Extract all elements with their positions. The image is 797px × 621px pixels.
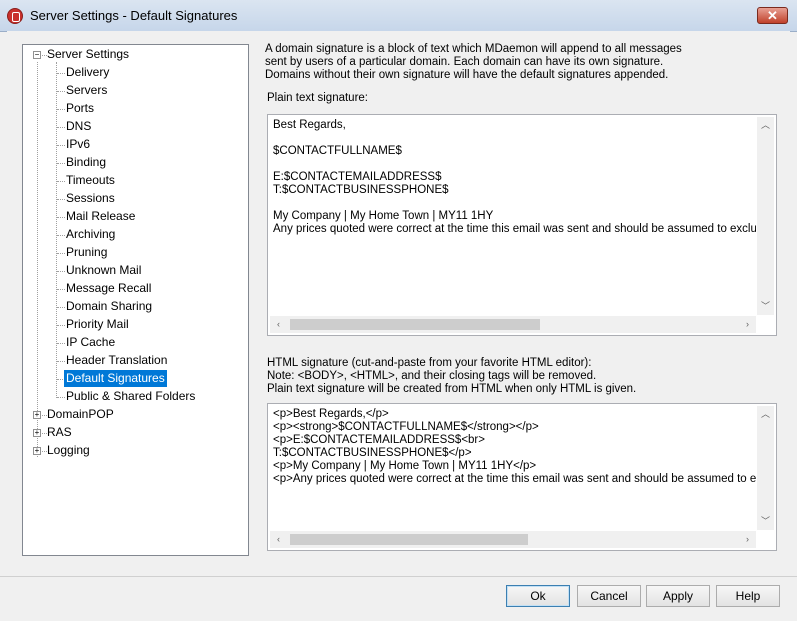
scroll-left-icon[interactable]: ‹ [270, 316, 287, 333]
tree-connector [57, 181, 65, 182]
tree-item-server-settings[interactable]: Server Settings [47, 46, 129, 63]
html-signature-content[interactable]: <p>Best Regards,</p> <p><strong>$CONTACT… [273, 408, 756, 530]
plain-text-signature-field[interactable]: Best Regards, $CONTACTFULLNAME$ E:$CONTA… [267, 114, 777, 336]
tree-item-timeouts[interactable]: Timeouts [66, 172, 115, 189]
scroll-down-icon[interactable]: ﹀ [757, 513, 774, 530]
tree-item-header-translation[interactable]: Header Translation [66, 352, 167, 369]
close-button[interactable]: ✕ [757, 7, 788, 24]
app-icon [7, 8, 23, 24]
tree-connector [57, 199, 65, 200]
scroll-right-icon[interactable]: › [739, 531, 756, 548]
tree-item-binding[interactable]: Binding [66, 154, 106, 171]
tree-item-archiving[interactable]: Archiving [66, 226, 115, 243]
html-signature-label: HTML signature (cut-and-paste from your … [267, 357, 592, 369]
tree-connector [57, 325, 65, 326]
plain-text-signature-content[interactable]: Best Regards, $CONTACTFULLNAME$ E:$CONTA… [273, 119, 756, 315]
help-button[interactable]: Help [716, 585, 780, 607]
tree-item-dns[interactable]: DNS [66, 118, 91, 135]
tree-item-logging[interactable]: Logging [47, 442, 90, 459]
tree-connector [57, 289, 65, 290]
description-line: A domain signature is a block of text wh… [265, 43, 682, 55]
tree-connector [57, 361, 65, 362]
description-line: sent by users of a particular domain. Ea… [265, 56, 664, 68]
description-line: Domains without their own signature will… [265, 69, 669, 81]
tree-connector [57, 73, 65, 74]
collapse-icon[interactable]: − [33, 51, 41, 59]
expand-icon[interactable]: + [33, 447, 41, 455]
tree-item-ip-cache[interactable]: IP Cache [66, 334, 115, 351]
cancel-button[interactable]: Cancel [577, 585, 641, 607]
tree-item-mail-release[interactable]: Mail Release [66, 208, 135, 225]
vertical-scrollbar[interactable]: ︿ ﹀ [757, 406, 774, 530]
tree-connector [57, 307, 65, 308]
tree-connector [57, 379, 63, 380]
expand-icon[interactable]: + [33, 429, 41, 437]
expand-icon[interactable]: + [33, 411, 41, 419]
tree-connector [57, 145, 65, 146]
html-note-label: Note: <BODY>, <HTML>, and their closing … [267, 370, 597, 382]
scroll-up-icon[interactable]: ︿ [757, 406, 774, 423]
tree-item-ipv6[interactable]: IPv6 [66, 136, 90, 153]
tree-connector [57, 343, 65, 344]
tree-connector [37, 62, 38, 457]
title-bar: Server Settings - Default Signatures ✕ [0, 0, 797, 32]
html-plain-note-label: Plain text signature will be created fro… [267, 383, 637, 395]
scroll-down-icon[interactable]: ﹀ [757, 298, 774, 315]
tree-connector [57, 271, 65, 272]
tree-connector [57, 217, 65, 218]
tree-connector [57, 397, 65, 398]
scroll-thumb[interactable] [290, 534, 528, 545]
tree-connector [57, 253, 65, 254]
plain-text-signature-label: Plain text signature: [267, 92, 369, 104]
description-text: A domain signature is a block of text wh… [265, 43, 765, 82]
tree-item-unknown-mail[interactable]: Unknown Mail [66, 262, 141, 279]
horizontal-scrollbar[interactable]: ‹ › [270, 531, 756, 548]
tree-item-pruning[interactable]: Pruning [66, 244, 107, 261]
settings-tree[interactable]: − Server Settings Delivery Servers Ports… [22, 44, 249, 556]
tree-connector [57, 235, 65, 236]
vertical-scrollbar[interactable]: ︿ ﹀ [757, 117, 774, 315]
scroll-up-icon[interactable]: ︿ [757, 117, 774, 134]
apply-button[interactable]: Apply [646, 585, 710, 607]
tree-item-public-shared-folders[interactable]: Public & Shared Folders [66, 388, 195, 405]
ok-button[interactable]: Ok [506, 585, 570, 607]
footer-separator [0, 576, 797, 577]
tree-item-ports[interactable]: Ports [66, 100, 94, 117]
tree-item-message-recall[interactable]: Message Recall [66, 280, 151, 297]
tree-item-domainpop[interactable]: DomainPOP [47, 406, 114, 423]
tree-connector [57, 109, 65, 110]
tree-item-default-signatures[interactable]: Default Signatures [64, 370, 167, 387]
tree-connector [57, 163, 65, 164]
tree-connector [57, 91, 65, 92]
scroll-right-icon[interactable]: › [739, 316, 756, 333]
tree-item-delivery[interactable]: Delivery [66, 64, 109, 81]
tree-item-servers[interactable]: Servers [66, 82, 107, 99]
html-signature-field[interactable]: <p>Best Regards,</p> <p><strong>$CONTACT… [267, 403, 777, 551]
tree-connector [57, 127, 65, 128]
tree-connector [56, 62, 57, 398]
tree-item-ras[interactable]: RAS [47, 424, 72, 441]
scroll-thumb[interactable] [290, 319, 540, 330]
tree-item-priority-mail[interactable]: Priority Mail [66, 316, 129, 333]
horizontal-scrollbar[interactable]: ‹ › [270, 316, 756, 333]
scroll-left-icon[interactable]: ‹ [270, 531, 287, 548]
tree-item-domain-sharing[interactable]: Domain Sharing [66, 298, 152, 315]
window-title: Server Settings - Default Signatures [30, 8, 238, 23]
tree-item-sessions[interactable]: Sessions [66, 190, 115, 207]
